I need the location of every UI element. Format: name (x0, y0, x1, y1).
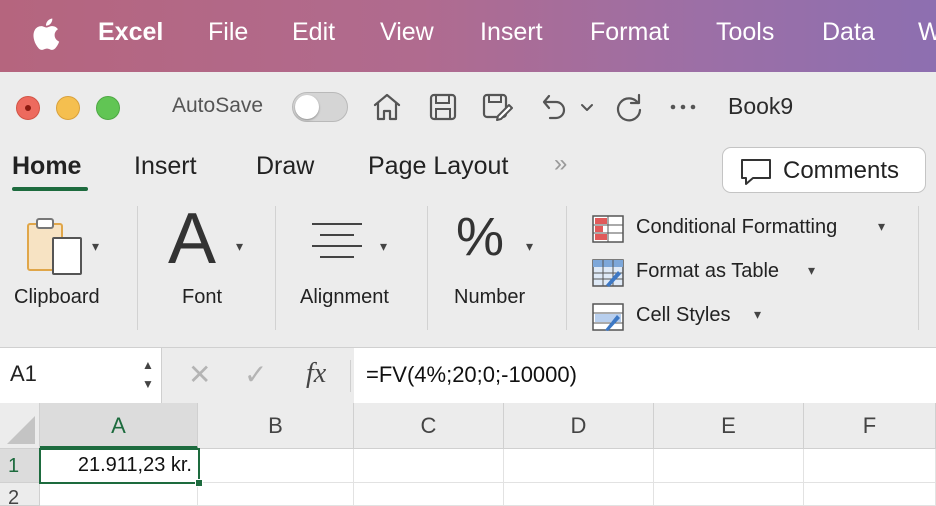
excel-window: AutoSave Book9 Home Insert Draw Page Lay… (0, 72, 936, 506)
alignment-dropdown-chevron-icon[interactable]: ▾ (380, 238, 387, 255)
conditional-formatting-label: Conditional Formatting (636, 216, 838, 238)
save-icon[interactable] (426, 90, 460, 124)
macos-menu-bar: Excel File Edit View Insert Format Tools… (0, 0, 936, 72)
undo-dropdown-chevron-icon[interactable] (578, 90, 596, 124)
name-box-stepper-icon[interactable]: ▲ ▼ (142, 356, 154, 394)
row-header-2[interactable]: 2 (0, 483, 40, 506)
cell-styles-chevron-icon[interactable]: ▾ (754, 306, 761, 323)
apple-logo-icon[interactable] (30, 14, 60, 54)
cell-a2[interactable] (40, 483, 198, 506)
tab-page-layout[interactable]: Page Layout (368, 152, 508, 181)
clipboard-paste-icon[interactable] (24, 216, 88, 278)
redo-icon[interactable] (612, 90, 646, 124)
menu-tools[interactable]: Tools (716, 18, 774, 47)
cell-d1[interactable] (504, 449, 654, 483)
cell-d2[interactable] (504, 483, 654, 506)
cell-e2[interactable] (654, 483, 804, 506)
cancel-formula-icon[interactable]: ✕ (188, 358, 211, 391)
row-header-1[interactable]: 1 (0, 449, 40, 483)
name-box[interactable]: A1 ▲ ▼ (0, 348, 162, 404)
format-as-table-label: Format as Table (636, 260, 780, 282)
name-box-value: A1 (10, 361, 37, 386)
menu-view[interactable]: View (380, 18, 434, 47)
menu-data[interactable]: Data (822, 18, 875, 47)
number-dropdown-chevron-icon[interactable]: ▾ (526, 238, 533, 255)
column-header-b[interactable]: B (198, 403, 354, 449)
font-label: Font (182, 286, 223, 308)
menu-insert[interactable]: Insert (480, 18, 543, 47)
select-all-corner[interactable] (0, 403, 40, 449)
more-options-icon[interactable] (666, 90, 700, 124)
cell-f2[interactable] (804, 483, 936, 506)
undo-icon[interactable] (536, 90, 570, 124)
column-header-f[interactable]: F (804, 403, 936, 449)
number-format-icon[interactable]: % (456, 206, 504, 268)
menu-window-truncated[interactable]: W (918, 18, 936, 47)
column-header-d[interactable]: D (504, 403, 654, 449)
autosave-label: AutoSave (172, 94, 264, 117)
cell-b1[interactable] (198, 449, 354, 483)
minimize-window-button[interactable] (56, 96, 80, 120)
zoom-window-button[interactable] (96, 96, 120, 120)
conditional-formatting-button[interactable]: Conditional Formatting ▾ (592, 214, 885, 244)
font-icon[interactable]: A (168, 198, 216, 280)
comments-button[interactable]: Comments (722, 147, 926, 193)
alignment-icon[interactable] (306, 218, 368, 268)
ribbon-separator (427, 206, 428, 330)
format-as-table-chevron-icon[interactable]: ▾ (808, 262, 815, 279)
tab-draw[interactable]: Draw (256, 152, 314, 181)
column-header-a[interactable]: A (40, 403, 198, 449)
home-icon[interactable] (370, 90, 404, 124)
menu-app-excel[interactable]: Excel (98, 18, 163, 47)
tab-insert[interactable]: Insert (134, 152, 197, 181)
format-as-table-button[interactable]: Format as Table ▾ (592, 258, 815, 288)
cell-c2[interactable] (354, 483, 504, 506)
close-window-button[interactable] (16, 96, 40, 120)
ribbon-separator (137, 206, 138, 330)
fill-handle[interactable] (195, 479, 203, 487)
menu-file[interactable]: File (208, 18, 248, 47)
active-tab-indicator (12, 187, 88, 191)
font-dropdown-chevron-icon[interactable]: ▾ (236, 238, 243, 255)
cell-styles-icon (592, 303, 624, 331)
enter-formula-icon[interactable]: ✓ (244, 358, 267, 391)
conditional-formatting-chevron-icon[interactable]: ▾ (878, 218, 885, 235)
conditional-formatting-icon (592, 215, 624, 243)
clipboard-label: Clipboard (14, 286, 100, 308)
number-label: Number (454, 286, 526, 308)
cell-a1-value: 21.911,23 kr. (77, 454, 192, 476)
alignment-label: Alignment (300, 286, 389, 308)
cell-b2[interactable] (198, 483, 354, 506)
cell-f1[interactable] (804, 449, 936, 483)
save-as-icon[interactable] (480, 90, 514, 124)
document-title: Book9 (728, 93, 794, 119)
column-header-e[interactable]: E (654, 403, 804, 449)
autosave-toggle[interactable] (292, 92, 348, 122)
ribbon-separator (918, 206, 919, 330)
clipboard-dropdown-chevron-icon[interactable]: ▾ (92, 238, 99, 255)
comments-label: Comments (783, 157, 900, 184)
cell-e1[interactable] (654, 449, 804, 483)
more-tabs-chevron-icon[interactable]: » (554, 150, 568, 178)
insert-function-icon[interactable]: fx (306, 358, 326, 390)
menu-edit[interactable]: Edit (292, 18, 335, 47)
tab-home[interactable]: Home (12, 152, 81, 181)
menu-format[interactable]: Format (590, 18, 669, 47)
formula-separator (350, 360, 351, 392)
ribbon-separator (566, 206, 567, 330)
comment-icon (741, 159, 771, 185)
cell-styles-label: Cell Styles (636, 304, 731, 326)
format-as-table-icon (592, 259, 624, 287)
cell-a1[interactable]: 21.911,23 kr. (39, 448, 203, 487)
spreadsheet-grid: A B C D E F 1 2 21.911,23 kr. (0, 403, 936, 506)
formula-bar: A1 ▲ ▼ ✕ ✓ fx =FV(4%;20;0;-10000) (0, 347, 936, 404)
title-bar: AutoSave Book9 (0, 72, 936, 142)
cell-styles-button[interactable]: Cell Styles ▾ (592, 302, 761, 332)
formula-text: =FV(4%;20;0;-10000) (366, 362, 577, 387)
column-header-c[interactable]: C (354, 403, 504, 449)
ribbon-separator (275, 206, 276, 330)
cell-c1[interactable] (354, 449, 504, 483)
